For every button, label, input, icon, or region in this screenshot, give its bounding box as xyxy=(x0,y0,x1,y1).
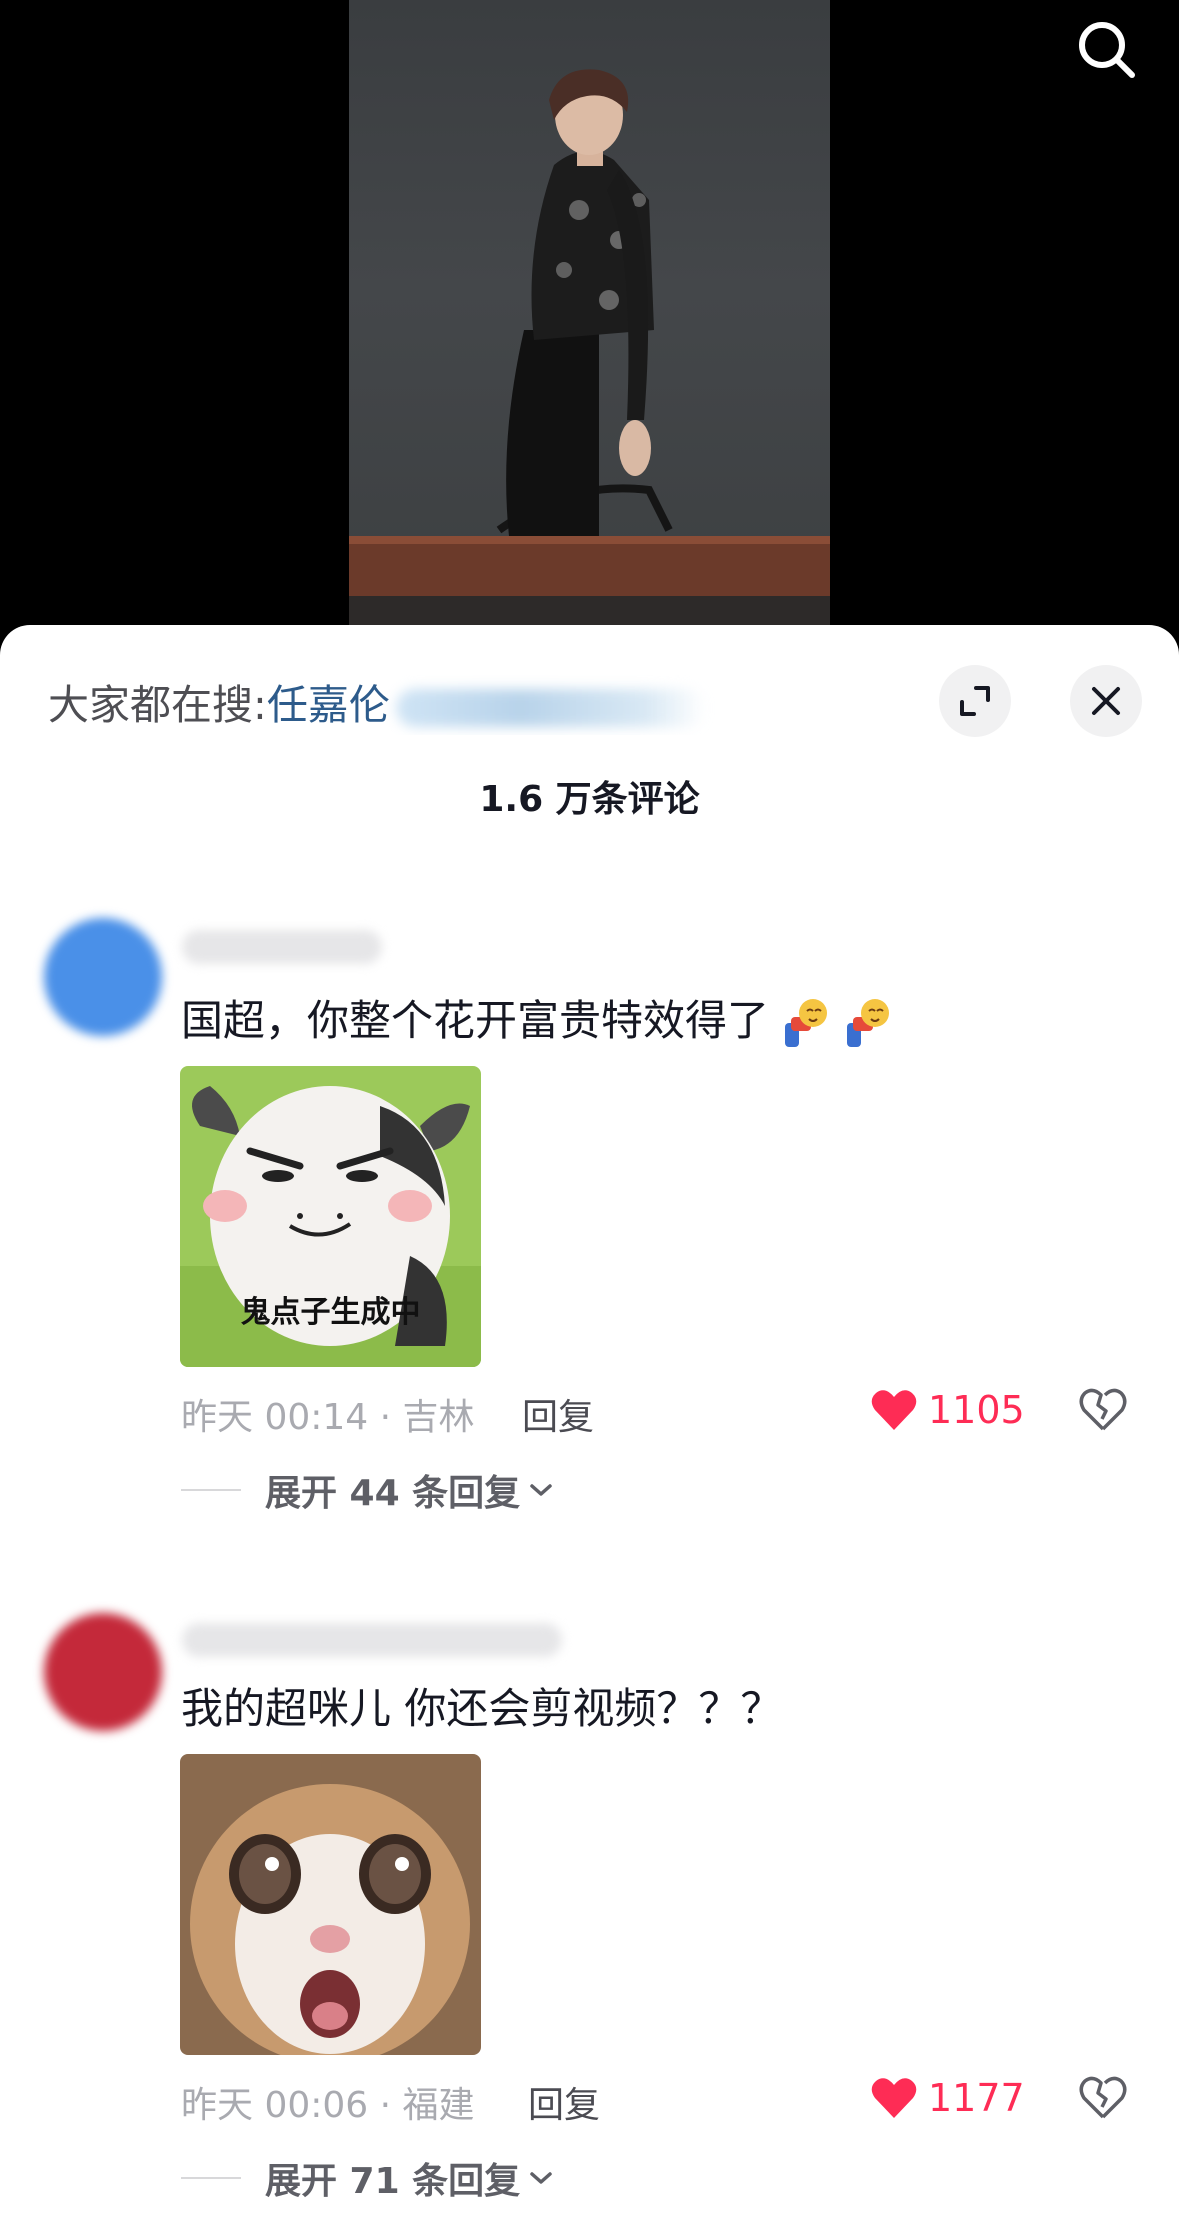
close-icon xyxy=(1092,687,1120,715)
chevron-down-icon xyxy=(530,1484,552,1496)
comment-sheet: 大家都在搜:任嘉伦 1.6 万条评论 国超，你整个花开富贵特效得了 鬼点子生成中… xyxy=(0,625,1179,2228)
expand-icon xyxy=(960,686,990,716)
comment-text: 国超，你整个花开富贵特效得了 xyxy=(181,987,893,1053)
heart-filled-icon xyxy=(871,2078,917,2118)
avatar[interactable] xyxy=(44,918,162,1036)
search-button[interactable] xyxy=(1071,14,1143,86)
reply-button[interactable]: 回复 xyxy=(522,1388,594,1440)
bow-emoji-icon xyxy=(847,998,890,1047)
like-count: 1177 xyxy=(928,2076,1025,2120)
comment-count: 1.6 万条评论 xyxy=(479,779,700,820)
trending-keyword-blurred xyxy=(395,689,706,727)
comment-text-content: 国超，你整个花开富贵特效得了 xyxy=(181,996,770,1045)
video-frame xyxy=(349,0,830,640)
dislike-button[interactable] xyxy=(1078,2073,1128,2123)
comment-text: 我的超咪儿 你还会剪视频？？？ xyxy=(181,1675,782,1736)
like-button[interactable]: 1177 xyxy=(870,2073,1025,2123)
broken-heart-icon xyxy=(1079,2076,1127,2119)
username-blurred[interactable] xyxy=(182,930,382,964)
expand-replies-button[interactable]: 展开 44 条回复 xyxy=(181,1465,554,1515)
chevron-down-icon xyxy=(530,2172,552,2184)
expand-replies-label: 展开 44 条回复 xyxy=(265,1473,521,1514)
comment-meta: 昨天 00:14 · 吉林 xyxy=(181,1397,475,1438)
broken-heart-icon xyxy=(1079,1388,1127,1431)
sticker-caption: 鬼点子生成中 xyxy=(240,1295,421,1330)
comment-text-content: 我的超咪儿 你还会剪视频？？？ xyxy=(181,1684,783,1733)
trending-keyword[interactable]: 任嘉伦 xyxy=(267,681,390,729)
reply-button[interactable]: 回复 xyxy=(528,2076,600,2128)
divider-line xyxy=(181,2177,241,2179)
sticker-image-cow[interactable]: 鬼点子生成中 xyxy=(180,1066,481,1367)
video-player[interactable] xyxy=(0,0,1179,640)
expand-replies-button[interactable]: 展开 71 条回复 xyxy=(181,2153,554,2203)
expand-replies-label: 展开 71 条回复 xyxy=(265,2161,521,2202)
dislike-button[interactable] xyxy=(1078,1385,1128,1435)
sticker-image-cat[interactable] xyxy=(180,1754,481,2055)
cat-sticker-illustration xyxy=(180,1754,481,2055)
divider-line xyxy=(181,1489,241,1491)
like-button[interactable]: 1105 xyxy=(870,1385,1025,1435)
expand-button[interactable] xyxy=(939,665,1011,737)
heart-filled-icon xyxy=(871,1390,917,1430)
video-person-image xyxy=(349,69,830,640)
search-icon xyxy=(1079,22,1135,78)
close-button[interactable] xyxy=(1070,665,1142,737)
trending-prefix: 大家都在搜: xyxy=(48,681,267,729)
bow-emoji-icon xyxy=(785,998,828,1047)
username-blurred[interactable] xyxy=(182,1623,562,1657)
like-count: 1105 xyxy=(928,1388,1025,1432)
trending-search-bar[interactable]: 大家都在搜:任嘉伦 xyxy=(48,675,768,735)
avatar[interactable] xyxy=(44,1613,162,1731)
comment-meta: 昨天 00:06 · 福建 xyxy=(181,2085,475,2126)
